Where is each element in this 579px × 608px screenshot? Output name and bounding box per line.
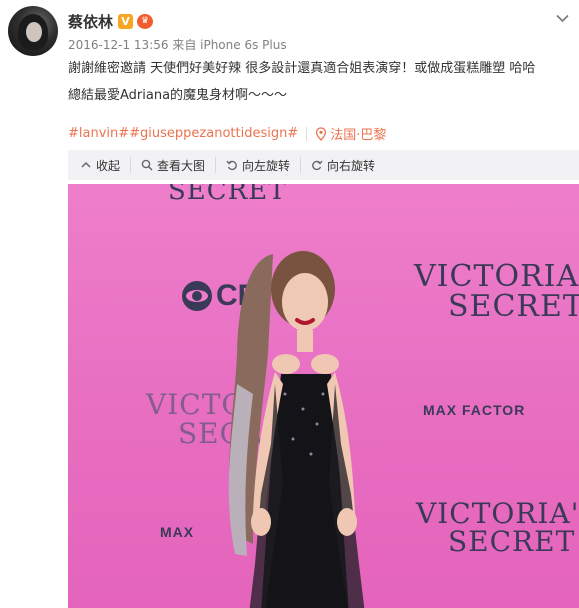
rotate-right-icon [312, 160, 323, 171]
backdrop-brand-right-2: SECRET [448, 289, 579, 324]
rotate-right-button[interactable]: 向右旋转 [300, 157, 385, 173]
post-text-line-2: 總結最愛Adriana的魔鬼身材啊～～～ [68, 88, 288, 103]
max-factor-logo: MAX FACTOR [423, 402, 526, 418]
person-figure [228, 251, 365, 608]
rotate-left-icon [226, 160, 237, 171]
rotate-left-button[interactable]: 向左旋转 [215, 157, 300, 173]
vip-badge[interactable]: ♛ [137, 13, 154, 29]
backdrop-brand-bottom-1: VICTORIA' [416, 497, 579, 530]
post-photo[interactable]: SECRET CE VICTORIA SECRET VICTO SECR MAX… [68, 184, 579, 608]
rotate-right-label: 向右旋转 [327, 158, 376, 173]
view-large-button[interactable]: 查看大图 [130, 157, 215, 173]
post-tags: #lanvin##giuseppezanottidesign# 法国·巴黎 [68, 124, 386, 143]
backdrop-brand-bottom-2: SECRET [448, 525, 576, 558]
zoom-icon [141, 159, 153, 171]
post-text: 謝謝維密邀請 天使們好美好辣 很多設計還真適合姐表演穿！或做成蛋糕雕塑 哈哈 總… [68, 58, 568, 112]
location-pin-icon [316, 126, 327, 141]
dropdown-chevron-icon[interactable] [556, 12, 569, 27]
hashtags-link[interactable]: #lanvin##giuseppezanottidesign# [68, 126, 298, 141]
tag-divider [306, 126, 308, 141]
backdrop-brand-top: SECRET [168, 184, 287, 206]
rotate-left-label: 向左旋转 [242, 158, 291, 173]
backdrop-brand-right-1: VICTORIA [414, 259, 579, 294]
view-large-label: 查看大图 [157, 158, 206, 173]
collapse-icon [81, 161, 91, 168]
post-meta[interactable]: 2016-12-1 13:56 来自 iPhone 6s Plus [68, 36, 287, 53]
avatar[interactable] [8, 6, 58, 56]
avatar-face [26, 22, 42, 42]
location-link[interactable]: 法国·巴黎 [330, 124, 386, 143]
image-toolbar: 收起 查看大图 向左旋转 向右旋转 [68, 150, 579, 180]
collapse-label: 收起 [96, 158, 121, 173]
username[interactable]: 蔡依林 [68, 11, 113, 32]
cbs-eye-icon [182, 281, 212, 311]
max-factor-logo-short: MAX [160, 524, 195, 540]
collapse-button[interactable]: 收起 [70, 157, 130, 173]
post-text-line-1: 謝謝維密邀請 天使們好美好辣 很多設計還真適合姐表演穿！或做成蛋糕雕塑 哈哈 [68, 61, 536, 76]
verified-badge[interactable]: V [118, 13, 134, 29]
post-header: 蔡依林 V ♛ [68, 10, 579, 32]
